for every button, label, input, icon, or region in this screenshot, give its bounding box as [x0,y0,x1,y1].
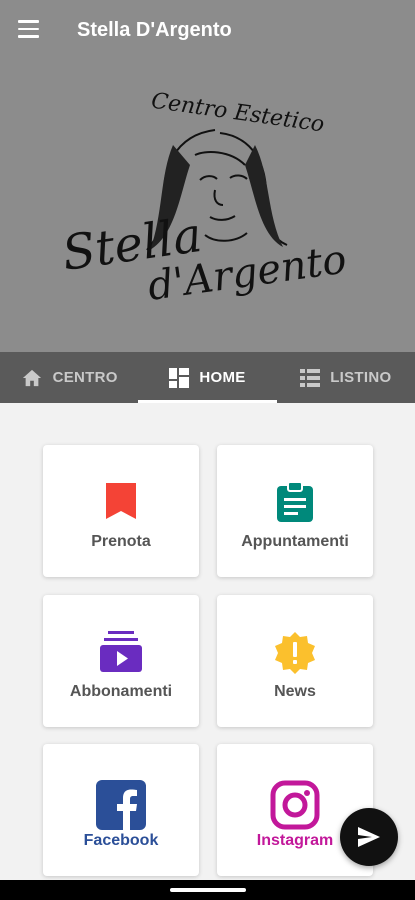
news-card[interactable]: News [217,595,373,727]
tab-centro-label: CENTRO [52,369,118,386]
tab-centro[interactable]: CENTRO [0,352,138,403]
prenota-card[interactable]: Prenota [43,445,199,577]
home-icon [22,369,41,386]
gesture-handle[interactable] [170,888,246,892]
dashboard-icon [169,367,190,388]
facebook-card[interactable]: Facebook [43,744,199,876]
appuntamenti-label: Appuntamenti [241,533,349,550]
facebook-icon [96,780,146,830]
subscriptions-icon [100,631,142,672]
abbonamenti-card[interactable]: Abbonamenti [43,595,199,727]
alert-badge-icon [275,632,315,674]
tab-home[interactable]: HOME [138,352,277,403]
tab-bar: CENTRO HOME LISTINO [0,352,415,403]
logo: Centro Estetico Stella d'Argento [59,89,349,305]
send-button[interactable] [340,808,398,866]
menu-icon[interactable] [18,20,42,40]
send-icon [358,827,380,847]
prenota-label: Prenota [91,533,151,550]
facebook-label: Facebook [83,832,159,849]
system-nav-bar [0,880,415,900]
clipboard-icon [277,481,313,522]
bookmark-icon [106,483,136,519]
tab-listino-label: LISTINO [330,369,392,386]
abbonamenti-label: Abbonamenti [69,683,173,700]
app-bar: Stella D'Argento Centro Estetico Stella … [0,0,415,352]
news-label: News [274,683,316,700]
list-icon [300,368,321,387]
appuntamenti-card[interactable]: Appuntamenti [217,445,373,577]
tab-listino[interactable]: LISTINO [277,352,415,403]
svg-text:Centro Estetico: Centro Estetico [150,89,326,138]
instagram-icon [270,780,320,830]
app-title: Stella D'Argento [77,19,232,41]
tab-home-label: HOME [199,369,246,386]
